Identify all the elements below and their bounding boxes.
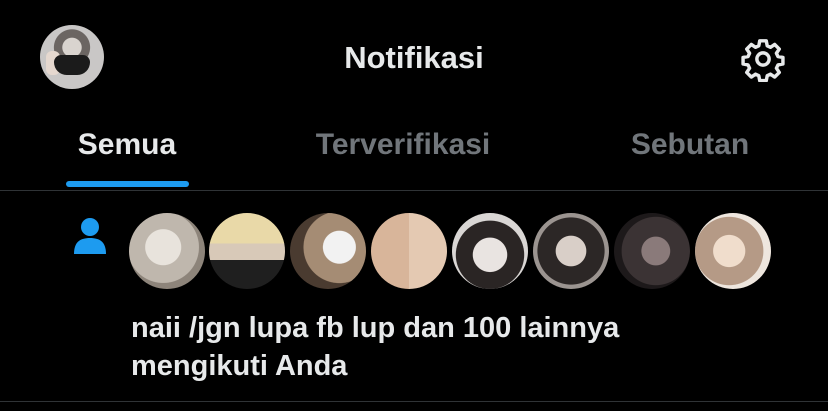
notification-action: mengikuti Anda bbox=[131, 350, 348, 382]
follower-avatar[interactable] bbox=[533, 213, 609, 289]
follower-avatar[interactable] bbox=[614, 213, 690, 289]
tab-label: Sebutan bbox=[630, 128, 750, 161]
tab-terverifikasi[interactable]: Terverifikasi bbox=[254, 118, 552, 190]
tab-label: Terverifikasi bbox=[315, 128, 491, 161]
follow-notification[interactable]: naii /jgn lupa fb lup dan 100 lainnya me… bbox=[0, 191, 828, 402]
tab-label: Semua bbox=[77, 128, 177, 161]
gear-icon[interactable] bbox=[740, 36, 786, 82]
follower-avatar[interactable] bbox=[129, 213, 205, 289]
follower-names[interactable]: naii /jgn lupa fb lup dan 100 lainnya bbox=[131, 312, 619, 344]
header: Notifikasi bbox=[0, 0, 828, 118]
notification-text: naii /jgn lupa fb lup dan 100 lainnya me… bbox=[131, 309, 791, 385]
person-icon bbox=[74, 218, 106, 254]
follower-avatar[interactable] bbox=[452, 213, 528, 289]
active-tab-indicator bbox=[66, 181, 189, 187]
follower-avatar[interactable] bbox=[695, 213, 771, 289]
follower-avatar[interactable] bbox=[209, 213, 285, 289]
page-title: Notifikasi bbox=[344, 40, 484, 75]
tab-semua[interactable]: Semua bbox=[0, 118, 254, 190]
tab-bar: Semua Terverifikasi Sebutan bbox=[0, 118, 828, 191]
follower-avatar[interactable] bbox=[371, 213, 447, 289]
tab-sebutan[interactable]: Sebutan bbox=[552, 118, 828, 190]
follower-avatar[interactable] bbox=[290, 213, 366, 289]
